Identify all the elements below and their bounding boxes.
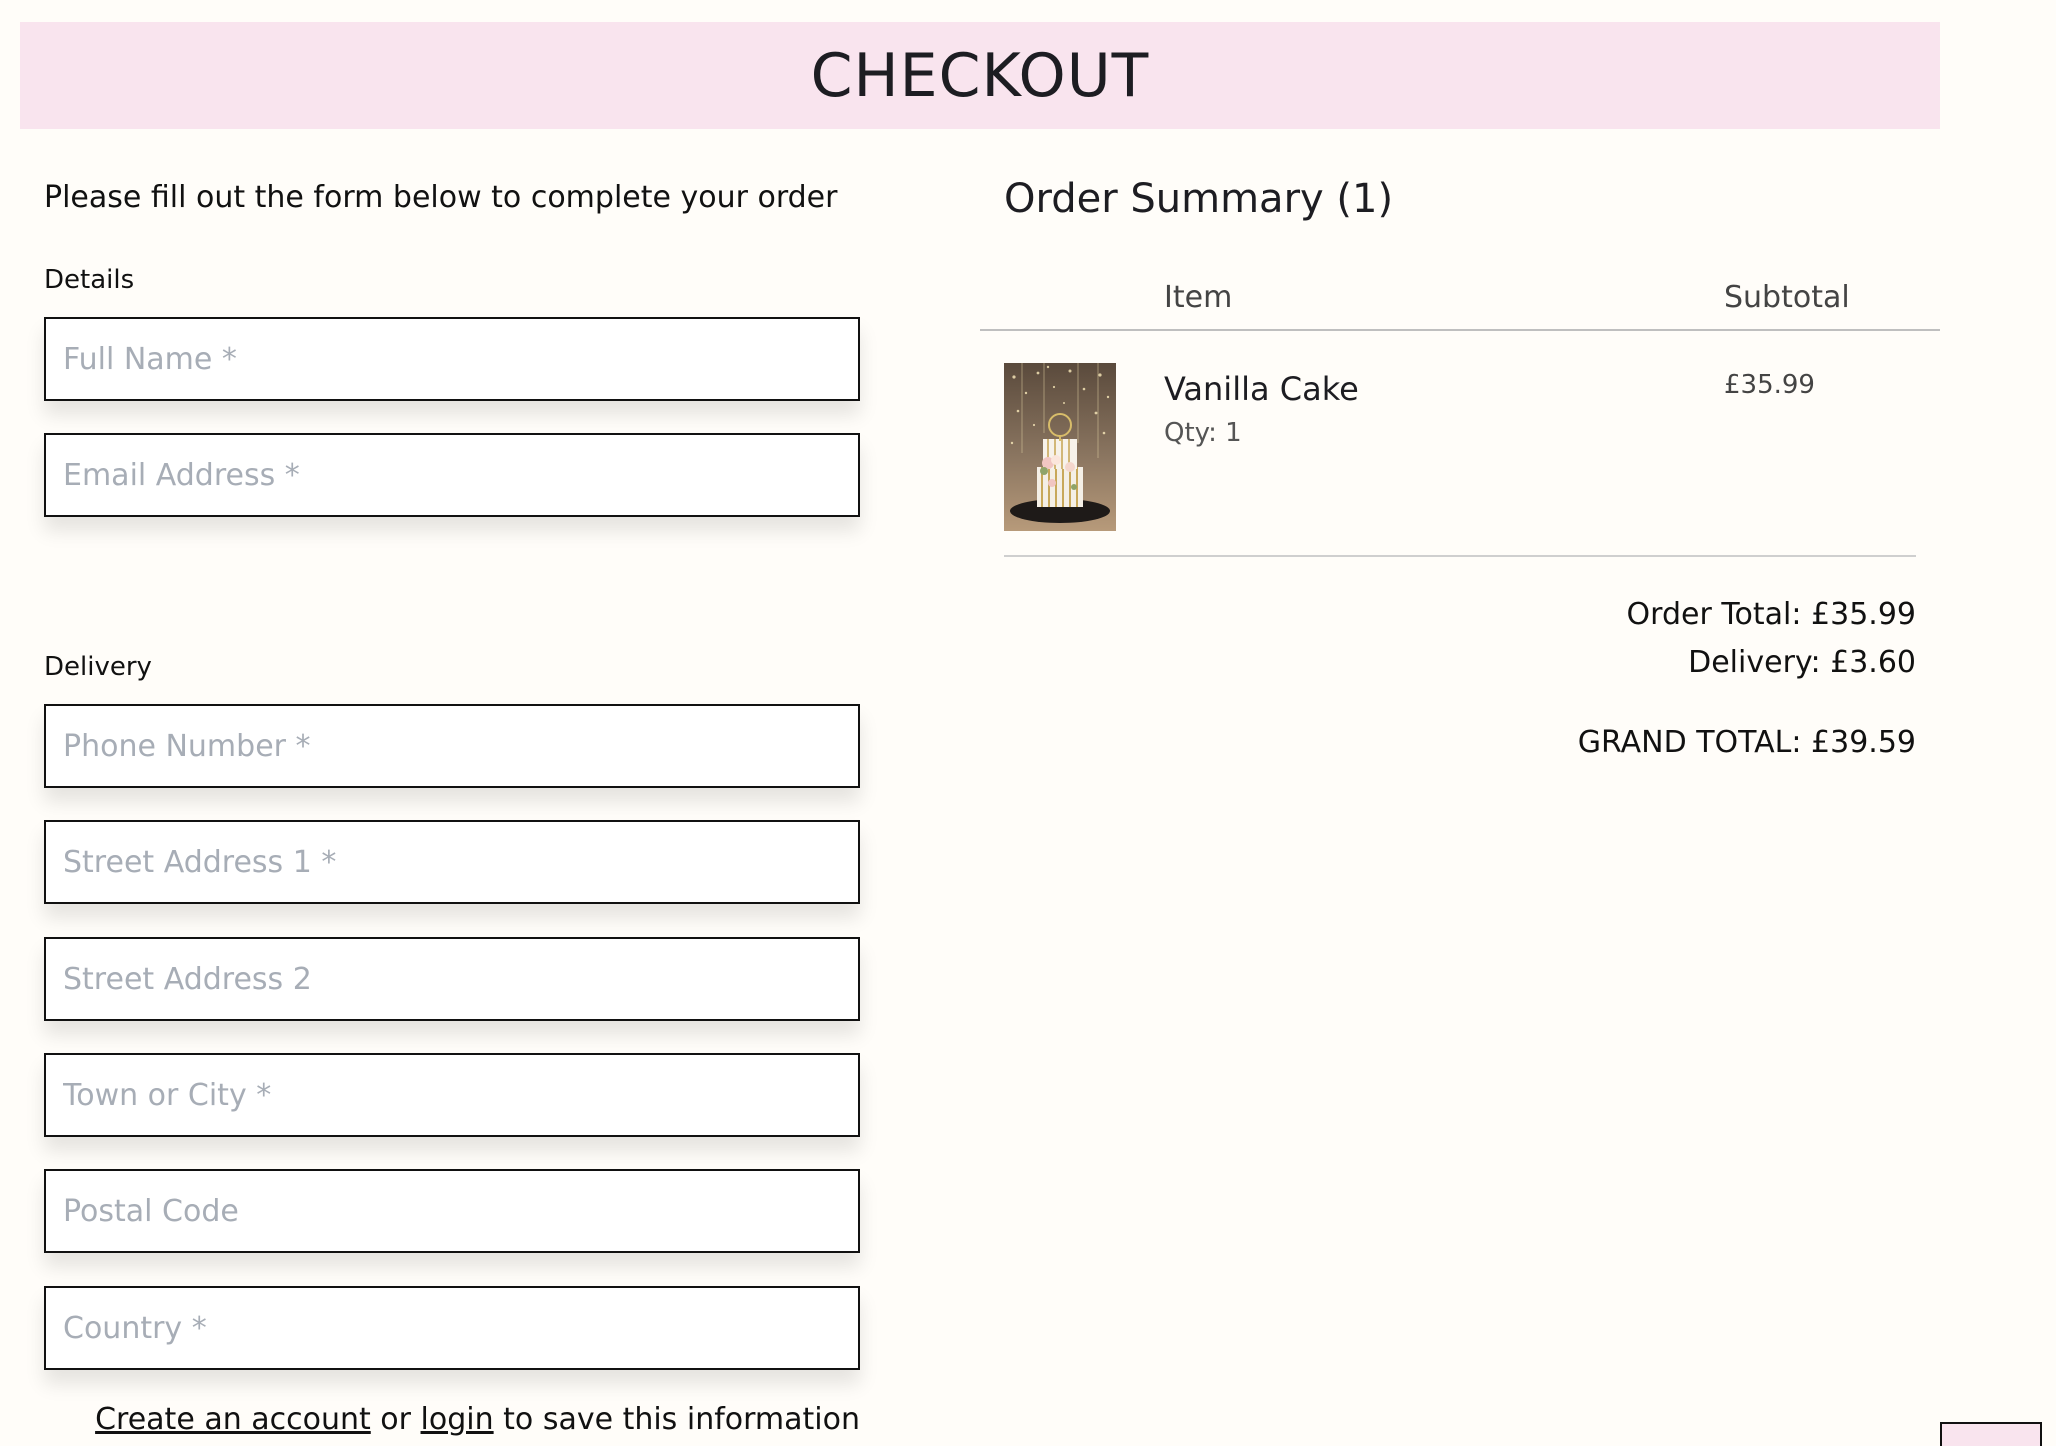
street-address-2-input[interactable] — [44, 937, 860, 1021]
column-header-item: Item — [1164, 280, 1233, 315]
save-info-suffix: to save this information — [493, 1402, 860, 1437]
grand-total: GRAND TOTAL: £39.59 — [1577, 725, 1916, 760]
column-header-subtotal: Subtotal — [1724, 280, 1850, 315]
page-title: CHECKOUT — [810, 40, 1150, 111]
summary-header-divider — [980, 329, 1940, 331]
email-input[interactable] — [44, 433, 860, 517]
postal-code-input[interactable] — [44, 1169, 860, 1253]
header-banner: CHECKOUT — [20, 22, 1940, 129]
product-image — [1004, 363, 1116, 531]
phone-input[interactable] — [44, 704, 860, 788]
checkout-page: CHECKOUT Please fill out the form below … — [0, 0, 2056, 1446]
delivery-cost: Delivery: £3.60 — [1688, 645, 1916, 680]
product-quantity: Qty: 1 — [1164, 418, 1242, 448]
product-name: Vanilla Cake — [1164, 370, 1359, 408]
form-intro-text: Please fill out the form below to comple… — [44, 180, 838, 215]
back-to-top-button[interactable] — [1940, 1422, 2042, 1446]
country-input[interactable] — [44, 1286, 860, 1370]
order-total: Order Total: £35.99 — [1626, 597, 1916, 632]
or-text: or — [370, 1402, 421, 1437]
login-link[interactable]: login — [421, 1402, 494, 1437]
product-subtotal: £35.99 — [1724, 370, 1815, 400]
details-section-label: Details — [44, 265, 135, 295]
full-name-input[interactable] — [44, 317, 860, 401]
order-summary-title: Order Summary (1) — [1004, 176, 1394, 222]
delivery-section-label: Delivery — [44, 652, 152, 682]
summary-items-divider — [1004, 555, 1916, 557]
street-address-1-input[interactable] — [44, 820, 860, 904]
save-info-prompt: Create an account or login to save this … — [95, 1402, 860, 1437]
cake-illustration-icon — [1004, 363, 1116, 531]
create-account-link[interactable]: Create an account — [95, 1402, 371, 1437]
town-city-input[interactable] — [44, 1053, 860, 1137]
